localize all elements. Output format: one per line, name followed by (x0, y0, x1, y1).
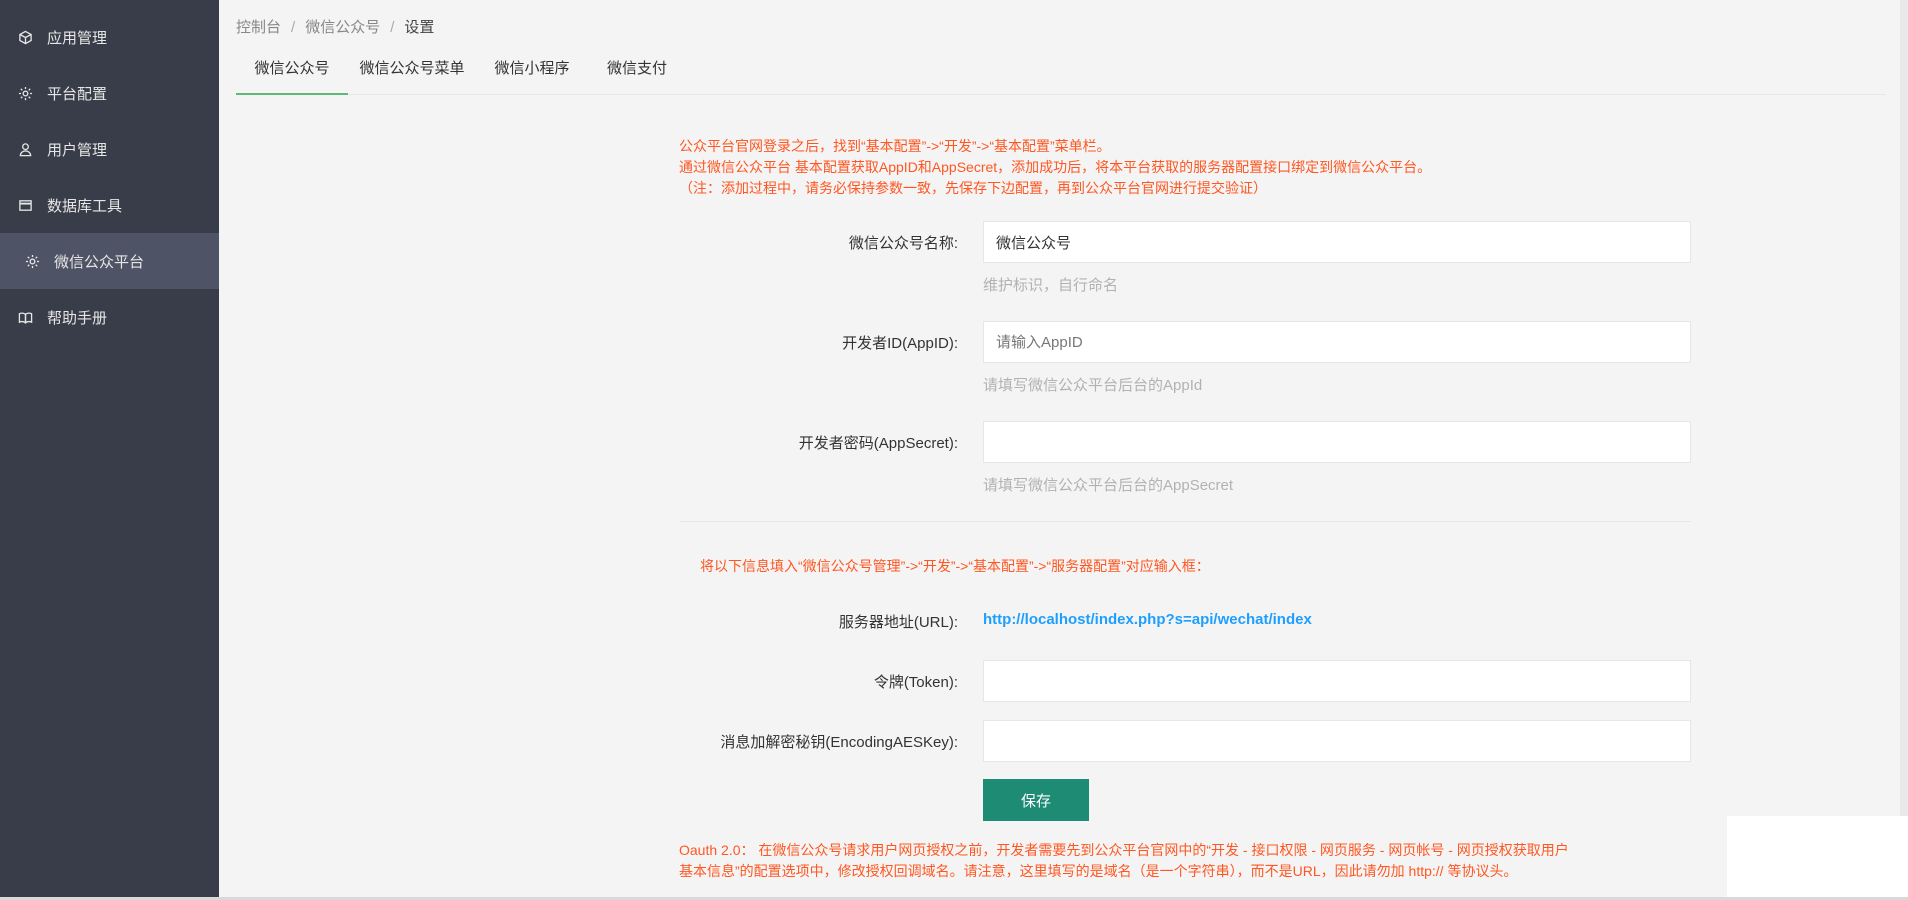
server-url-value: http://localhost/index.php?s=api/wechat/… (983, 611, 1312, 628)
instruction-line-3: （注：添加过程中，请务必保持参数一致，先保存下边配置，再到公众平台官网进行提交验… (679, 180, 1267, 196)
appid-help-text: 请填写微信公众平台后台的AppId (983, 377, 1203, 394)
name-label: 微信公众号名称: (848, 235, 958, 252)
breadcrumb-settings: 设置 (404, 19, 435, 36)
sidebar-item-app-management[interactable]: 应用管理 (0, 9, 219, 65)
corner-overlay (1727, 816, 1908, 900)
token-label: 令牌(Token): (873, 674, 958, 691)
sidebar-item-user-management[interactable]: 用户管理 (0, 121, 219, 177)
name-help-text: 维护标识，自行命名 (983, 277, 1119, 294)
appsecret-help-text: 请填写微信公众平台后台的AppSecret (983, 477, 1234, 494)
sidebar-item-label: 微信公众平台 (54, 253, 145, 271)
window-icon (17, 197, 33, 213)
url-label: 服务器地址(URL): (838, 614, 958, 631)
aeskey-label: 消息加解密秘钥(EncodingAESKey): (720, 734, 958, 751)
gear-icon (24, 253, 40, 269)
appsecret-input[interactable] (983, 421, 1691, 463)
section-divider (680, 521, 1691, 522)
server-config-hint: 将以下信息填入“微信公众号管理”->“开发”->“基本配置”->“服务器配置”对… (700, 558, 1210, 574)
tab-wechat-mini-program[interactable]: 微信小程序 (476, 52, 588, 93)
sidebar-item-label: 数据库工具 (47, 197, 123, 215)
sidebar: 应用管理 平台配置 用户管理 数据库工具 微信公众平台 帮助手册 (0, 0, 219, 900)
instruction-line-1: 公众平台官网登录之后，找到“基本配置”->“开发”->“基本配置”菜单栏。 (679, 138, 1111, 154)
sidebar-item-database-tools[interactable]: 数据库工具 (0, 177, 219, 233)
appid-input[interactable] (983, 321, 1691, 363)
save-button[interactable]: 保存 (983, 779, 1089, 821)
user-icon (17, 141, 33, 157)
sidebar-item-help-manual[interactable]: 帮助手册 (0, 289, 219, 345)
sidebar-item-label: 帮助手册 (47, 309, 108, 327)
breadcrumb-separator: / (291, 19, 296, 36)
tab-wechat-official[interactable]: 微信公众号 (236, 52, 348, 95)
sidebar-item-wechat-platform[interactable]: 微信公众平台 (0, 233, 219, 289)
sidebar-item-label: 平台配置 (47, 85, 108, 103)
sidebar-item-label: 应用管理 (47, 29, 108, 47)
appsecret-label: 开发者密码(AppSecret): (798, 435, 958, 452)
breadcrumb: 控制台 / 微信公众号 / 设置 (236, 16, 434, 37)
oauth-note-line-1: Oauth 2.0： 在微信公众号请求用户网页授权之前，开发者需要先到公众平台官… (679, 842, 1569, 858)
sidebar-item-label: 用户管理 (47, 141, 108, 159)
gear-icon (17, 85, 33, 101)
cube-icon (17, 29, 33, 45)
breadcrumb-separator: / (390, 19, 395, 36)
oauth-note-line-2: 基本信息”的配置选项中，修改授权回调域名。请注意，这里填写的是域名（是一个字符串… (679, 863, 1518, 879)
appid-label: 开发者ID(AppID): (842, 335, 958, 352)
instruction-line-2: 通过微信公众平台 基本配置获取AppID和AppSecret，添加成功后，将本平… (679, 159, 1432, 175)
tab-wechat-pay[interactable]: 微信支付 (588, 52, 686, 93)
breadcrumb-wechat-official[interactable]: 微信公众号 (305, 19, 380, 36)
tab-wechat-official-menu[interactable]: 微信公众号菜单 (348, 52, 476, 93)
sidebar-item-platform-config[interactable]: 平台配置 (0, 65, 219, 121)
account-name-input[interactable] (983, 221, 1691, 263)
page-scrollbar[interactable] (1900, 0, 1908, 900)
tab-bar: 微信公众号 微信公众号菜单 微信小程序 微信支付 (236, 52, 1886, 95)
token-input[interactable] (983, 660, 1691, 702)
aeskey-input[interactable] (983, 720, 1691, 762)
breadcrumb-console[interactable]: 控制台 (236, 19, 281, 36)
book-icon (17, 309, 33, 325)
